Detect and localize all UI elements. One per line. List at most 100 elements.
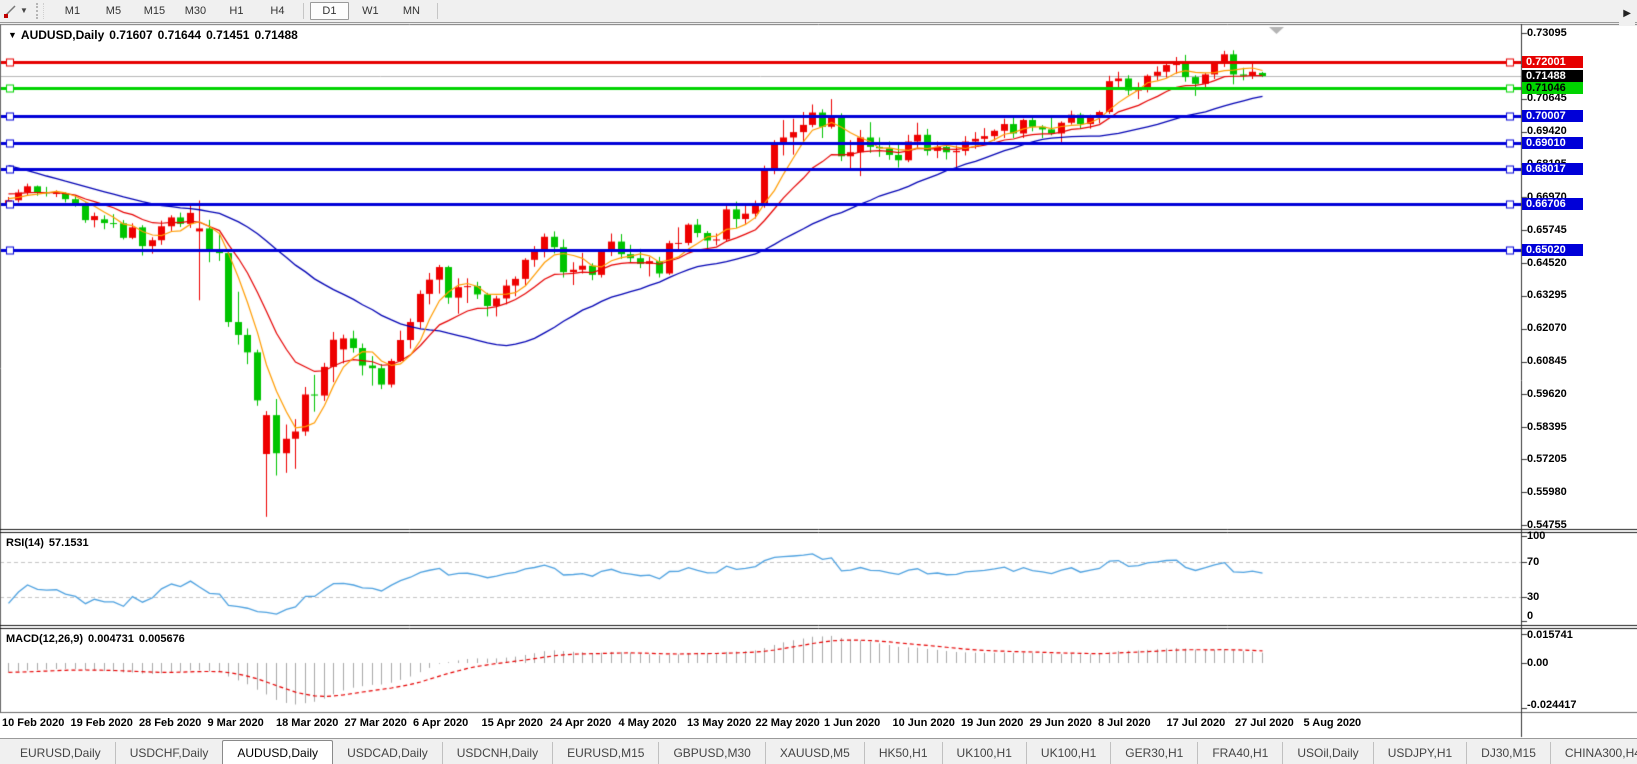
timeframe-button-m15[interactable]: M15 [135,2,174,20]
macd-tick: 0.00 [1527,657,1548,669]
date-label: 22 May 2020 [756,717,820,729]
rsi-tick: 30 [1527,591,1539,603]
toolbar-separator [437,3,438,19]
macd-indicator-label: MACD(12,26,9)0.0047310.005676 [6,633,190,645]
chart-tab-usdchf-daily[interactable]: USDCHF,Daily [115,742,223,764]
ohlc-close: 0.71488 [254,28,297,42]
timeframe-button-w1[interactable]: W1 [351,2,390,20]
price-tick: 0.58395 [1527,421,1567,433]
macd-tick: -0.024417 [1527,699,1577,711]
price-level-tag: 0.72001 [1522,56,1583,68]
chart-tab-hk50-h1[interactable]: HK50,H1 [864,742,942,764]
chart-tab-uk100-h1[interactable]: UK100,H1 [1026,742,1110,764]
date-label: 19 Feb 2020 [71,717,133,729]
price-tick: 0.63295 [1527,289,1567,301]
date-label: 8 Jul 2020 [1098,717,1151,729]
toolbar-separator [303,3,304,19]
timeframe-toolbar: ▼ M1M5M15M30H1H4 D1W1MN [0,0,1637,23]
rsi-value: 57.1531 [49,537,89,549]
price-tick: 0.73095 [1527,27,1567,39]
timeframe-buttons: M1M5M15M30H1H4 D1W1MN [52,2,443,20]
price-tick: 0.70645 [1527,92,1567,104]
date-label: 19 Jun 2020 [961,717,1023,729]
date-label: 10 Jun 2020 [893,717,955,729]
ohlc-open: 0.71607 [109,28,152,42]
ohlc-low: 0.71451 [206,28,249,42]
date-label: 28 Feb 2020 [139,717,201,729]
chart-menu-arrow-icon: ▼ [8,30,17,40]
chart-tab-ger30-h1[interactable]: GER30,H1 [1110,742,1197,764]
date-label: 17 Jul 2020 [1167,717,1226,729]
rsi-indicator-label: RSI(14) 57.1531 [6,537,94,549]
date-label: 4 May 2020 [619,717,677,729]
chevron-down-icon: ▼ [20,7,28,15]
chart-title: ▼ AUDUSD,Daily 0.71607 0.71644 0.71451 0.7148… [8,28,303,42]
rsi-tick: 70 [1527,556,1539,568]
chart-tab-usdcnh-daily[interactable]: USDCNH,Daily [442,742,552,764]
rsi-tick: 100 [1527,530,1545,542]
price-tick: 0.60845 [1527,355,1567,367]
date-label: 9 Mar 2020 [208,717,264,729]
line-draw-icon [2,3,18,19]
price-level-tag: 0.68017 [1522,163,1583,175]
date-label: 1 Jun 2020 [824,717,880,729]
timeframe-button-m5[interactable]: M5 [94,2,133,20]
chart-tab-xauusd-m5[interactable]: XAUUSD,M5 [765,742,864,764]
current-price-tag: 0.71488 [1522,70,1583,82]
price-level-tag: 0.65020 [1522,244,1583,256]
trading-terminal-window: ▼ M1M5M15M30H1H4 D1W1MN ▼ AUDUSD,Daily 0.71… [0,0,1637,764]
timeframe-button-h1[interactable]: H1 [217,2,256,20]
price-tick: 0.55980 [1527,486,1567,498]
macd-tick: 0.015741 [1527,629,1573,641]
date-label: 27 Jul 2020 [1235,717,1294,729]
rsi-name: RSI(14) [6,537,44,549]
date-label: 10 Feb 2020 [2,717,64,729]
date-label: 24 Apr 2020 [550,717,611,729]
date-label: 15 Apr 2020 [482,717,543,729]
price-level-tag: 0.70007 [1522,110,1583,122]
price-chart-canvas[interactable] [0,0,1637,764]
price-level-tag: 0.66706 [1522,198,1583,210]
ohlc-high: 0.71644 [158,28,201,42]
chart-tab-china300-h4[interactable]: CHINA300,H4 [1550,742,1637,764]
chart-tab-usoil-daily[interactable]: USOil,Daily [1282,742,1372,764]
price-tick: 0.64520 [1527,257,1567,269]
price-tick: 0.57205 [1527,453,1567,465]
chart-tab-bar: EURUSD,DailyUSDCHF,DailyAUDUSD,DailyUSDC… [0,738,1637,764]
timeframe-button-h4[interactable]: H4 [258,2,297,20]
draw-tool-button[interactable]: ▼ [0,0,34,22]
arrow-right-icon: ▶ [1623,8,1631,19]
date-label: 29 Jun 2020 [1030,717,1092,729]
timeframe-button-d1[interactable]: D1 [310,2,349,20]
rsi-tick: 0 [1527,610,1533,622]
date-label: 27 Mar 2020 [345,717,407,729]
chart-tab-audusd-daily[interactable]: AUDUSD,Daily [222,740,333,764]
macd-signal-value: 0.005676 [139,633,185,645]
chart-tab-fra40-h1[interactable]: FRA40,H1 [1197,742,1282,764]
price-tick: 0.65745 [1527,224,1567,236]
chart-tab-eurusd-daily[interactable]: EURUSD,Daily [6,742,115,764]
date-label: 18 Mar 2020 [276,717,338,729]
price-level-tag: 0.69010 [1522,137,1583,149]
price-level-tag: 0.71046 [1522,82,1583,94]
date-label: 5 Aug 2020 [1304,717,1362,729]
macd-main-value: 0.004731 [88,633,134,645]
price-tick: 0.69420 [1527,125,1567,137]
tab-scroll-right-button[interactable]: ▶ [1619,0,1635,26]
price-tick: 0.59620 [1527,388,1567,400]
date-label: 6 Apr 2020 [413,717,468,729]
date-label: 13 May 2020 [687,717,751,729]
chart-tab-eurusd-m15[interactable]: EURUSD,M15 [552,742,658,764]
chart-tab-uk100-h1[interactable]: UK100,H1 [942,742,1026,764]
toolbar-grip[interactable] [36,3,44,19]
price-tick: 0.54755 [1527,519,1567,531]
timeframe-button-m1[interactable]: M1 [53,2,92,20]
price-tick: 0.62070 [1527,322,1567,334]
timeframe-button-mn[interactable]: MN [392,2,431,20]
chart-tab-usdjpy-h1[interactable]: USDJPY,H1 [1373,742,1466,764]
chart-tab-dj30-m15[interactable]: DJ30,M15 [1466,742,1550,764]
chart-symbol: AUDUSD,Daily [21,28,104,42]
chart-tab-usdcad-daily[interactable]: USDCAD,Daily [333,742,442,764]
chart-tab-gbpusd-m30[interactable]: GBPUSD,M30 [658,742,764,764]
timeframe-button-m30[interactable]: M30 [176,2,215,20]
